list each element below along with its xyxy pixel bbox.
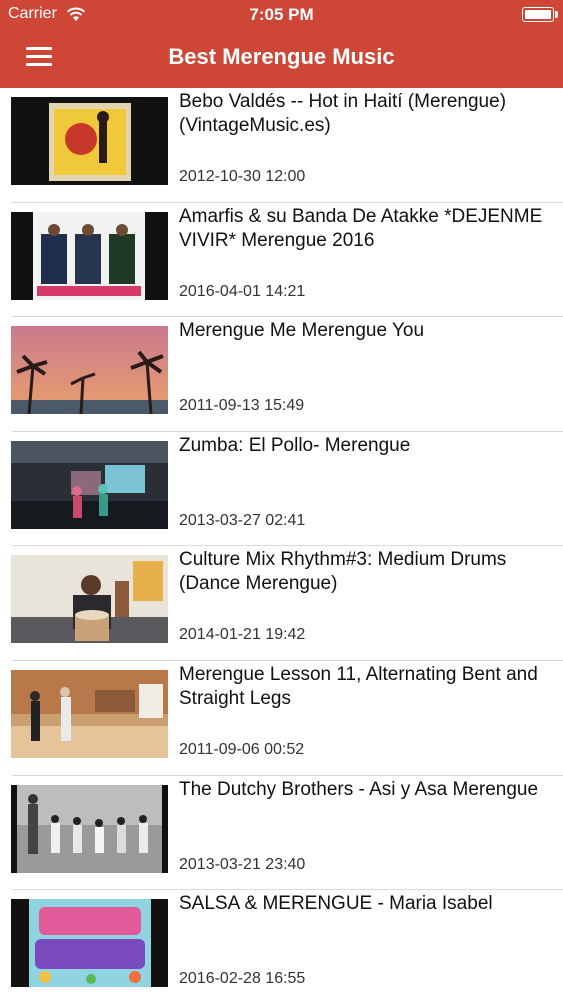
video-row-7[interactable]: The Dutchy Brothers - Asi y Asa Merengue… [0,776,563,891]
video-row-1[interactable]: Bebo Valdés -- Hot in Haití (Merengue) (… [0,88,563,203]
video-date: 2016-02-28 16:55 [179,970,306,988]
video-title: Zumba: El Pollo- Merengue [179,434,411,456]
video-title: Amarfis & su Banda De Atakke *DEJENME VI… [179,205,543,251]
video-thumbnail-8[interactable] [11,899,168,988]
video-date: 2014-01-21 19:42 [179,626,306,644]
status-time: 7:05 PM [249,5,314,24]
video-thumbnail-6[interactable] [11,669,168,758]
video-title: SALSA & MERENGUE - Maria Isabel [179,893,493,915]
video-date: 2011-09-06 00:52 [179,740,305,758]
video-thumbnail-3[interactable] [11,326,168,415]
video-title: Merengue Lesson 11, Alternating Bent and… [179,663,538,709]
video-title: Bebo Valdés -- Hot in Haití (Merengue) (… [179,91,507,136]
video-row-5[interactable]: Culture Mix Rhythm#3: Medium Drums (Danc… [0,546,563,661]
status-bar: Carrier 7:05 PM [0,0,563,30]
video-title: Merengue Me Merengue You [179,320,425,342]
battery-tip [555,11,558,18]
video-date: 2013-03-21 23:40 [179,855,306,873]
video-title: Culture Mix Rhythm#3: Medium Drums (Danc… [179,549,507,595]
video-thumbnail-4[interactable] [11,440,168,529]
battery-icon [522,7,554,22]
video-thumbnail-1[interactable] [11,97,168,185]
video-thumbnail-7[interactable] [11,784,168,873]
video-title: The Dutchy Brothers - Asi y Asa Merengue [179,778,539,800]
video-row-8[interactable]: SALSA & MERENGUE - Maria Isabel 2016-02-… [0,890,563,1000]
video-list: Bebo Valdés -- Hot in Haití (Merengue) (… [0,88,563,1000]
video-row-6[interactable]: Merengue Lesson 11, Alternating Bent and… [0,661,563,776]
video-thumbnail-5[interactable] [11,555,168,644]
video-row-4[interactable]: Zumba: El Pollo- Merengue 2013-03-27 02:… [0,432,563,547]
video-date: 2012-10-30 12:00 [179,168,306,185]
video-date: 2011-09-13 15:49 [179,397,305,415]
navigation-bar: Carrier 7:05 PM Best Merengue Music [0,0,563,88]
video-row-3[interactable]: Merengue Me Merengue You 2011-09-13 15:4… [0,317,563,432]
video-row-2[interactable]: Amarfis & su Banda De Atakke *DEJENME VI… [0,203,563,318]
video-date: 2013-03-27 02:41 [179,511,306,529]
video-thumbnail-2[interactable] [11,211,168,300]
page-title: Best Merengue Music [168,44,395,69]
video-date: 2016-04-01 14:21 [179,282,306,300]
